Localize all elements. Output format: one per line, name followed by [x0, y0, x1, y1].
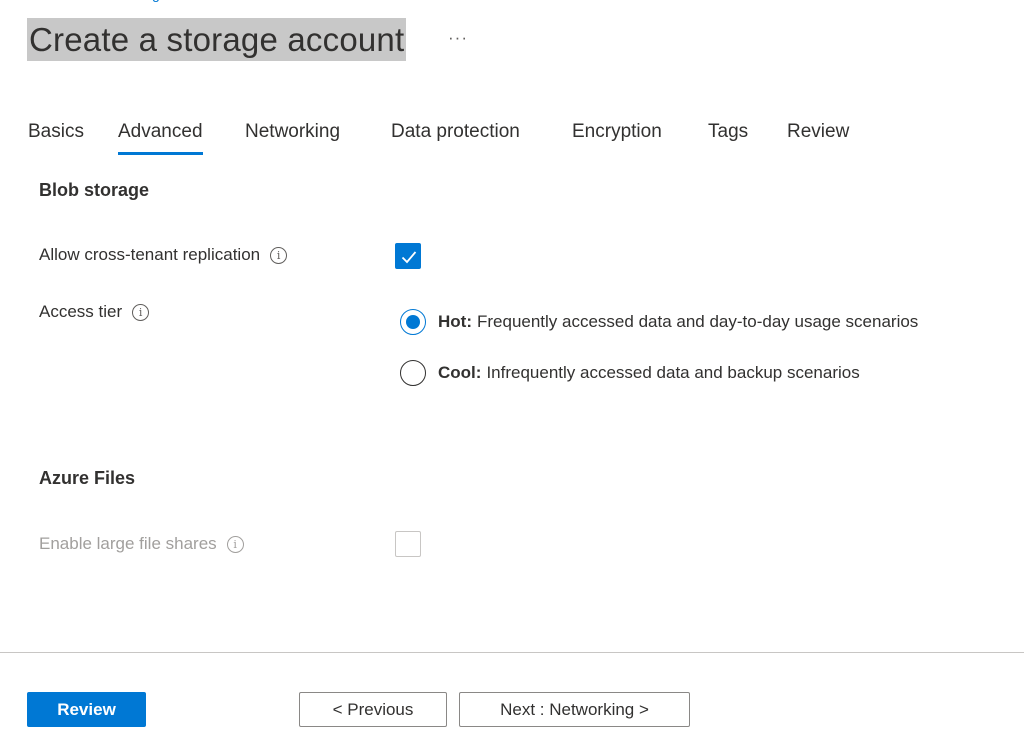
large-file-shares-label: Enable large file shares i — [39, 534, 244, 554]
more-ellipsis-icon[interactable]: ··· — [448, 28, 468, 48]
hot-radio-button[interactable] — [400, 309, 426, 335]
access-tier-text: Access tier — [39, 302, 123, 321]
tab-data-protection[interactable]: Data protection — [391, 118, 520, 158]
large-file-shares-text: Enable large file shares — [39, 534, 217, 553]
footer-divider — [0, 652, 1024, 653]
hot-option-description: Frequently accessed data and day-to-day … — [476, 312, 919, 331]
tab-basics[interactable]: Basics — [28, 118, 84, 158]
section-title-blob-storage: Blob storage — [39, 180, 150, 200]
cross-tenant-replication-text: Allow cross-tenant replication — [39, 245, 261, 264]
cross-tenant-replication-label: Allow cross-tenant replication i — [39, 245, 288, 265]
section-title-azure-files: Azure Files — [39, 468, 136, 488]
radio-selected-dot — [406, 315, 420, 329]
checkmark-icon — [401, 251, 417, 264]
review-button[interactable]: Review — [27, 692, 146, 727]
tab-encryption[interactable]: Encryption — [572, 118, 662, 158]
tab-tags[interactable]: Tags — [708, 118, 748, 158]
large-file-shares-checkbox — [395, 531, 421, 557]
access-tier-option-hot[interactable]: Hot: Frequently accessed data and day-to… — [400, 309, 918, 335]
access-tier-label: Access tier i — [39, 302, 150, 322]
next-networking-button[interactable]: Next : Networking > — [459, 692, 690, 727]
create-storage-account-page: g Create a storage account ··· Basics Ad… — [0, 0, 1024, 742]
tab-review[interactable]: Review — [787, 118, 849, 158]
page-title: Create a storage account — [27, 18, 407, 61]
access-tier-option-cool[interactable]: Cool: Infrequently accessed data and bac… — [400, 360, 860, 386]
cool-option-name: Cool: — [438, 363, 482, 382]
tab-bar: Basics Advanced Networking Data protecti… — [0, 118, 1024, 158]
cross-tenant-replication-checkbox[interactable] — [395, 243, 421, 269]
info-icon[interactable]: i — [226, 535, 244, 553]
tab-advanced[interactable]: Advanced — [118, 118, 203, 158]
tab-networking[interactable]: Networking — [245, 118, 340, 158]
info-icon[interactable]: i — [132, 303, 150, 321]
info-icon[interactable]: i — [270, 246, 288, 264]
cool-option-description: Infrequently accessed data and backup sc… — [486, 363, 860, 382]
breadcrumb[interactable]: g — [152, 0, 174, 4]
hot-option-name: Hot: — [438, 312, 472, 331]
previous-button[interactable]: < Previous — [299, 692, 447, 727]
cool-radio-button[interactable] — [400, 360, 426, 386]
